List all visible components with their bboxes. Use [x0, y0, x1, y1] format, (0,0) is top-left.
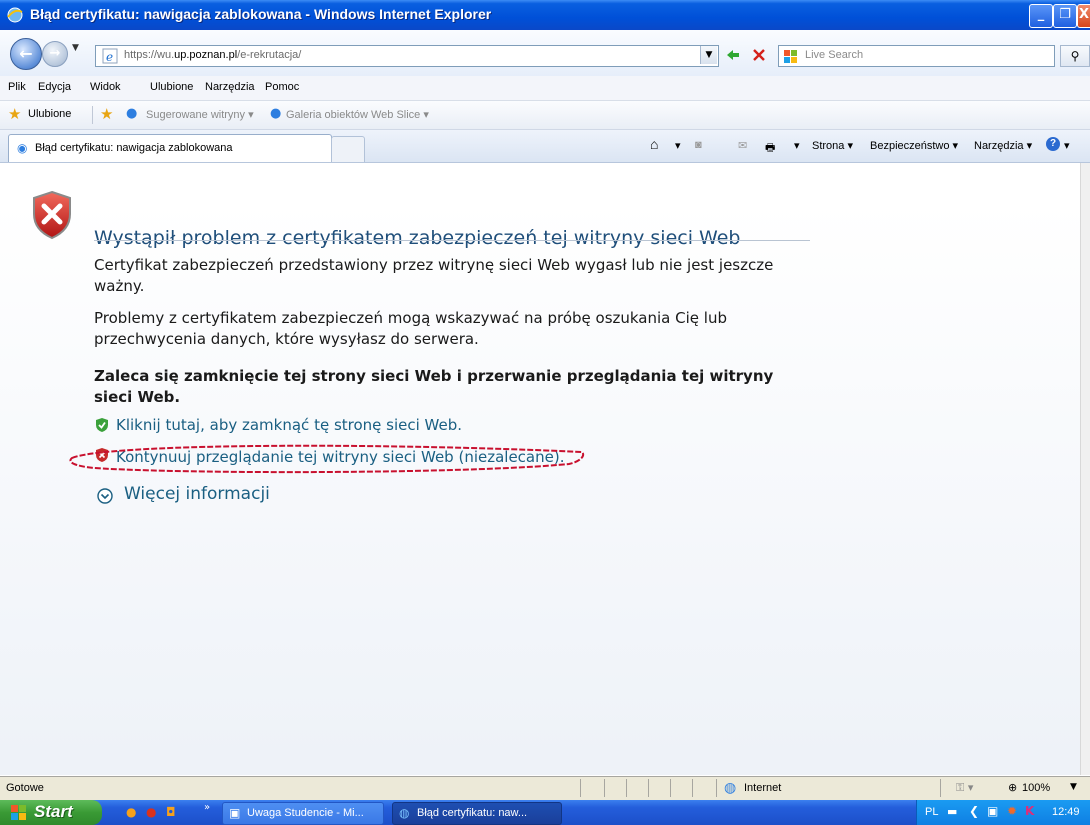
help-dropdown-icon[interactable]: ▾ [1064, 139, 1070, 152]
favorites-button[interactable]: Ulubione [28, 108, 71, 120]
green-shield-icon [96, 418, 108, 432]
window-titlebar[interactable]: Błąd certyfikatu: nawigacja zablokowana … [0, 0, 1090, 30]
vertical-scrollbar[interactable] [1080, 163, 1090, 775]
tray-network-icon[interactable]: ▬ [947, 805, 957, 818]
heading-divider [94, 240, 810, 241]
ie-task-icon: ◍ [399, 806, 410, 820]
language-indicator[interactable]: PL [925, 806, 938, 818]
home-dropdown-icon[interactable]: ▾ [675, 139, 681, 152]
tab-active[interactable]: ◉ Błąd certyfikatu: nawigacja zablokowan… [8, 134, 332, 162]
back-arrow-icon: ← [19, 44, 33, 63]
minimize-button[interactable]: _ [1029, 4, 1053, 28]
tools-menu[interactable]: Narzędzia ▾ [974, 139, 1032, 152]
internet-zone-icon: ◍ [724, 780, 737, 796]
ie-logo-icon [7, 7, 23, 23]
recommendation-text: Zaleca się zamknięcie tej strony sieci W… [94, 367, 774, 406]
tab-ie-icon: ◉ [17, 141, 28, 155]
window-title: Błąd certyfikatu: nawigacja zablokowana … [30, 6, 492, 22]
svg-text:e: e [106, 50, 113, 64]
tab-bar: ◉ Błąd certyfikatu: nawigacja zablokowan… [0, 130, 1090, 163]
add-favorite-icon[interactable]: ★ [100, 105, 113, 123]
url-text: https://wu.up.poznan.pl/e-rekrutacja/ [124, 49, 302, 61]
expand-more-icon[interactable] [97, 488, 113, 504]
error-heading: Wystąpił problem z certyfikatem zabezpie… [94, 227, 741, 249]
zoom-icon: ⊕ [1008, 781, 1018, 794]
taskbar-item-ie[interactable]: ◍ Błąd certyfikatu: naw... [392, 802, 562, 825]
back-button[interactable]: ← [10, 38, 42, 70]
close-button[interactable]: X [1077, 4, 1090, 28]
word-icon: ▣ [229, 806, 241, 820]
magnifier-icon: ⚲ [1070, 49, 1080, 63]
favorites-star-icon: ★ [8, 105, 22, 123]
error-description: Certyfikat zabezpieczeń przedstawiony pr… [94, 256, 774, 295]
quicklaunch-app3-icon[interactable]: ◘ [166, 805, 176, 819]
search-button[interactable]: ⚲ [1060, 45, 1090, 67]
menu-file[interactable]: Plik [8, 81, 26, 93]
menu-edit[interactable]: Edycja [38, 81, 71, 93]
clock: 12:49 [1052, 806, 1080, 818]
error-warning: Problemy z certyfikatem zabezpieczeń mog… [94, 309, 727, 348]
more-info-link[interactable]: Więcej informacji [124, 484, 270, 504]
zoom-level[interactable]: 100% [1022, 782, 1050, 794]
web-slice-icon: ● [270, 106, 282, 121]
tray-k-icon[interactable]: K [1025, 804, 1034, 818]
menu-help[interactable]: Pomoc [265, 81, 299, 93]
suggested-sites-link[interactable]: Sugerowane witryny ▾ [146, 108, 254, 121]
zoom-dropdown-icon[interactable]: ▼ [1070, 782, 1077, 792]
live-search-icon [784, 50, 797, 63]
menu-view[interactable]: Widok [90, 81, 121, 93]
security-menu[interactable]: Bezpieczeństwo ▾ [870, 139, 958, 152]
feeds-icon[interactable]: ◙ [695, 139, 702, 151]
web-slice-gallery-link[interactable]: Galeria obiektów Web Slice ▾ [286, 108, 429, 121]
close-page-link[interactable]: Kliknij tutaj, aby zamknąć tę stronę sie… [116, 416, 462, 434]
menu-bar: Plik Edycja Widok Ulubione Narzędzia Pom… [0, 76, 1090, 101]
security-zone: Internet [744, 782, 782, 794]
history-dropdown-icon[interactable]: ▼ [72, 43, 79, 53]
forward-arrow-icon: → [49, 46, 61, 61]
menu-favorites[interactable]: Ulubione [150, 81, 193, 93]
favorites-bar: ★ Ulubione ★ ● Sugerowane witryny ▾ ● Ga… [0, 101, 1090, 130]
windows-logo-icon [11, 805, 26, 820]
maximize-button[interactable]: ❐ [1053, 4, 1077, 28]
tray-app-icon[interactable]: ✹ [1007, 804, 1017, 818]
red-ellipse-annotation [69, 444, 585, 474]
status-bar: Gotowe ◍ Internet ⚿ ▾ ⊕ 100% ▼ [0, 776, 1090, 800]
home-icon[interactable]: ⌂ [650, 136, 658, 152]
refresh-icon[interactable] [724, 47, 742, 63]
menu-tools[interactable]: Narzędzia [205, 81, 255, 93]
search-input[interactable]: Live Search [778, 45, 1055, 67]
help-icon[interactable]: ? [1046, 137, 1060, 151]
tray-monitor-icon[interactable]: ▣ [987, 804, 998, 818]
url-dropdown-icon[interactable]: ▼ [700, 46, 717, 64]
search-placeholder: Live Search [805, 49, 864, 61]
mail-icon[interactable]: ✉ [738, 139, 747, 152]
status-text: Gotowe [6, 782, 44, 794]
forward-button[interactable]: → [42, 41, 68, 67]
quicklaunch-app2-icon[interactable]: ● [146, 805, 156, 819]
windows-taskbar: Start ● ● ◘ » ▣ Uwaga Studencie - Mi... … [0, 800, 1090, 825]
new-tab-button[interactable] [331, 136, 365, 162]
start-button[interactable]: Start [0, 800, 102, 825]
quicklaunch-more-icon[interactable]: » [204, 802, 210, 813]
print-icon[interactable]: 🖶 [765, 139, 775, 158]
page-ie-icon: e [102, 48, 118, 64]
url-field[interactable]: e https://wu.up.poznan.pl/e-rekrutacja/ [95, 45, 719, 67]
shield-error-icon [33, 190, 71, 240]
tray-back-icon[interactable]: ❮ [969, 804, 979, 818]
quicklaunch-app1-icon[interactable]: ● [126, 805, 136, 819]
stop-icon[interactable] [751, 47, 767, 63]
print-dropdown-icon[interactable]: ▾ [794, 139, 800, 152]
page-menu[interactable]: Strona ▾ [812, 139, 853, 152]
taskbar-item-word[interactable]: ▣ Uwaga Studencie - Mi... [222, 802, 384, 825]
tab-title: Błąd certyfikatu: nawigacja zablokowana [35, 142, 233, 154]
protected-mode-icon[interactable]: ⚿ ▾ [956, 781, 973, 795]
suggested-sites-icon: ● [126, 106, 138, 121]
